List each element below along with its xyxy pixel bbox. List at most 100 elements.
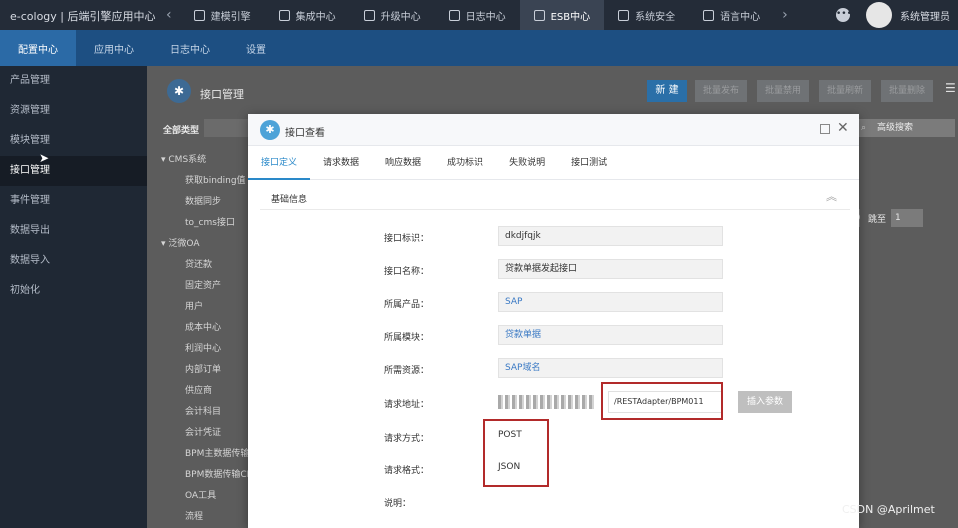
- interface-icon: ✱: [260, 120, 280, 140]
- tree-item-label: 会计科目: [185, 407, 222, 417]
- tree-item[interactable]: to_cms接口: [161, 213, 255, 234]
- field-value-product[interactable]: SAP: [498, 292, 723, 312]
- type-filter-input[interactable]: [204, 119, 248, 137]
- log-icon: [448, 9, 460, 21]
- redacted-host: [498, 395, 596, 409]
- nav-prev-icon[interactable]: ‹: [158, 0, 180, 30]
- more-icon[interactable]: •••: [836, 8, 852, 22]
- tab-response-data[interactable]: 响应数据: [372, 146, 434, 180]
- advanced-search-button[interactable]: 高级搜索: [877, 119, 913, 137]
- dialog-title: 接口查看: [285, 128, 325, 139]
- field-label-module: 所属模块：: [384, 333, 430, 343]
- nav-integration-center[interactable]: 集成中心: [265, 0, 350, 30]
- tree-group[interactable]: ▾ CMS系统: [161, 150, 255, 171]
- tree-item[interactable]: 利润中心: [161, 339, 255, 360]
- sidebar-item-events[interactable]: 事件管理: [0, 186, 147, 216]
- dialog-header: ✱ 接口查看 ✕: [248, 114, 859, 146]
- search-icon[interactable]: ⌕: [861, 119, 866, 137]
- language-icon: [703, 9, 715, 21]
- field-label-request-url: 请求地址：: [384, 400, 430, 410]
- tree-item[interactable]: 成本中心: [161, 318, 255, 339]
- field-label-product: 所属产品：: [384, 300, 430, 310]
- basic-info-section: 基础信息 ︽: [260, 184, 850, 210]
- tab-request-data[interactable]: 请求数据: [310, 146, 372, 180]
- nav-modeling-engine[interactable]: 建模引擎: [180, 0, 265, 30]
- batch-disable-button[interactable]: 批量禁用: [757, 80, 809, 102]
- tab-failure-description[interactable]: 失败说明: [496, 146, 558, 180]
- tree-item[interactable]: 会计凭证: [161, 423, 255, 444]
- tree-item-label: CMS系统: [168, 155, 207, 165]
- subtab-app-center[interactable]: 应用中心: [76, 30, 152, 66]
- field-value-module[interactable]: 贷款单据: [498, 325, 723, 345]
- field-label-interface-name: 接口名称：: [384, 267, 430, 277]
- tree-item[interactable]: 供应商: [161, 381, 255, 402]
- tree-item-label: to_cms接口: [185, 218, 235, 228]
- field-value-resource[interactable]: SAP域名: [498, 358, 723, 378]
- sidebar-item-initialize[interactable]: 初始化: [0, 276, 147, 306]
- username[interactable]: 系统管理员: [900, 8, 950, 23]
- interface-icon: ✱: [167, 79, 191, 103]
- nav-system-security[interactable]: 系统安全: [604, 0, 689, 30]
- search-box[interactable]: ⌕ 高级搜索: [855, 119, 955, 137]
- sidebar: 产品管理 资源管理 模块管理 接口管理 事件管理 数据导出 数据导入 初始化: [0, 66, 147, 528]
- tree-item[interactable]: OA工具: [161, 486, 255, 507]
- list-menu-icon[interactable]: ☰: [945, 82, 957, 94]
- tree-item[interactable]: 固定资产: [161, 276, 255, 297]
- tree-item-label: 贷还款: [185, 260, 213, 270]
- tree-item[interactable]: 贷还款: [161, 255, 255, 276]
- shield-icon: [618, 9, 630, 21]
- sidebar-item-interfaces[interactable]: 接口管理: [0, 156, 147, 186]
- tree-item[interactable]: 会计科目: [161, 402, 255, 423]
- cube-icon: [193, 9, 205, 21]
- close-icon[interactable]: ✕: [837, 120, 849, 136]
- tab-success-flag[interactable]: 成功标识: [434, 146, 496, 180]
- interface-view-dialog: ✱ 接口查看 ✕ 接口定义 请求数据 响应数据 成功标识 失败说明 接口测试 基…: [248, 114, 859, 528]
- batch-refresh-button[interactable]: 批量刷新: [819, 80, 871, 102]
- sidebar-item-resources[interactable]: 资源管理: [0, 96, 147, 126]
- tree-item[interactable]: 用户: [161, 297, 255, 318]
- tree-item-label: 泛微OA: [168, 239, 200, 249]
- tree-item-label: BPM数据传输CM: [185, 470, 255, 480]
- jump-page-input[interactable]: 1: [891, 209, 924, 227]
- tree-item[interactable]: 流程: [161, 507, 255, 528]
- tab-interface-definition[interactable]: 接口定义: [248, 146, 311, 180]
- tree-item-label: 数据同步: [185, 197, 222, 207]
- tree-item[interactable]: 数据同步: [161, 192, 255, 213]
- section-title: 基础信息: [271, 195, 308, 205]
- field-value-interface-name: 贷款单据发起接口: [498, 259, 723, 279]
- nav-upgrade-center[interactable]: 升级中心: [350, 0, 435, 30]
- batch-publish-button[interactable]: 批量发布: [695, 80, 747, 102]
- nav-language-center[interactable]: 语言中心: [689, 0, 774, 30]
- tab-interface-test[interactable]: 接口测试: [558, 146, 620, 180]
- collapse-icon[interactable]: ︽: [826, 188, 837, 204]
- tree-item-label: 获取binding值: [185, 176, 246, 186]
- tree-item[interactable]: BPM主数据传输8: [161, 444, 255, 465]
- nav-esb-center[interactable]: ESB中心: [519, 0, 605, 30]
- tree-item-label: 供应商: [185, 386, 213, 396]
- tree-item-label: 固定资产: [185, 281, 222, 291]
- subtab-settings[interactable]: 设置: [228, 30, 284, 66]
- tree-item[interactable]: 内部订单: [161, 360, 255, 381]
- sub-nav: 配置中心 应用中心 日志中心 设置: [0, 30, 958, 66]
- maximize-icon[interactable]: [820, 124, 830, 134]
- avatar[interactable]: [866, 2, 892, 28]
- new-button[interactable]: 新 建: [647, 80, 687, 102]
- tree-item-label: OA工具: [185, 491, 217, 501]
- subtab-log-center[interactable]: 日志中心: [152, 30, 228, 66]
- batch-delete-button[interactable]: 批量删除: [881, 80, 933, 102]
- sidebar-item-products[interactable]: 产品管理: [0, 66, 147, 96]
- tree-item[interactable]: 获取binding值: [161, 171, 255, 192]
- tree-item-label: 流程: [185, 512, 204, 522]
- field-value-interface-id: dkdjfqjk: [498, 226, 723, 246]
- tree-item[interactable]: BPM数据传输CM: [161, 465, 255, 486]
- sidebar-item-data-import[interactable]: 数据导入: [0, 246, 147, 276]
- sidebar-item-data-export[interactable]: 数据导出: [0, 216, 147, 246]
- nav-next-icon[interactable]: ›: [774, 0, 796, 30]
- tree-group[interactable]: ▾ 泛微OA: [161, 234, 255, 255]
- sidebar-item-modules[interactable]: 模块管理: [0, 126, 147, 156]
- insert-param-button[interactable]: 插入参数: [738, 391, 792, 413]
- jump-label: 跳至: [868, 214, 887, 225]
- tree-item-label: 会计凭证: [185, 428, 222, 438]
- subtab-config-center[interactable]: 配置中心: [0, 30, 76, 66]
- nav-log-center[interactable]: 日志中心: [435, 0, 520, 30]
